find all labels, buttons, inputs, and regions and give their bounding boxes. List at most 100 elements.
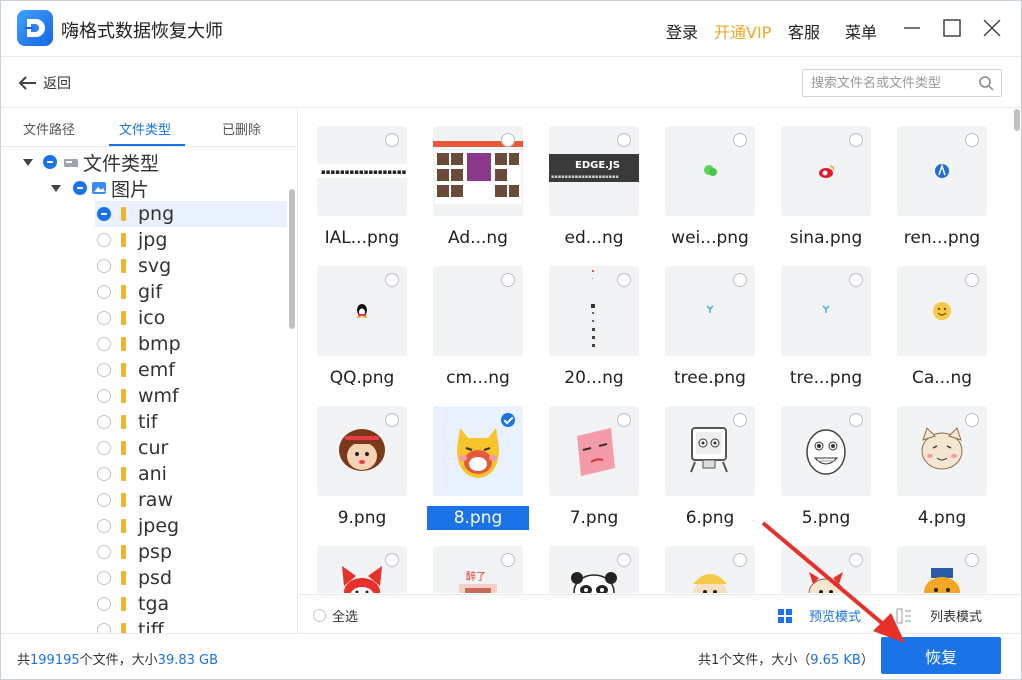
tree-node-ani[interactable]: ani (97, 461, 167, 487)
file-thumbnail[interactable] (549, 406, 639, 496)
left-scrollbar[interactable] (289, 189, 295, 329)
tree-checkbox[interactable] (97, 389, 111, 403)
file-name[interactable]: 20...ng (543, 366, 645, 390)
file-thumbnail[interactable] (897, 126, 987, 216)
tree-node-cur[interactable]: cur (97, 435, 168, 461)
file-name[interactable]: QQ.png (311, 366, 413, 390)
tree-checkbox[interactable] (97, 441, 111, 455)
file-thumbnail[interactable]: 醉了 (433, 546, 523, 593)
tree-checkbox[interactable] (43, 155, 57, 169)
file-thumbnail[interactable] (781, 546, 871, 593)
tree-checkbox[interactable] (97, 467, 111, 481)
menu-link[interactable]: 菜单 (845, 19, 877, 43)
file-thumbnail[interactable]: EDGE.JS ▪▪▪▪▪▪▪▪▪▪▪▪▪▪▪▪▪▪▪▪ (549, 126, 639, 216)
file-checkbox[interactable] (385, 273, 399, 287)
tree-checkbox[interactable] (97, 545, 111, 559)
tree-node-ico[interactable]: ico (97, 305, 165, 331)
file-checkbox[interactable] (849, 273, 863, 287)
tree-checkbox[interactable] (97, 623, 111, 633)
tree-checkbox[interactable] (97, 285, 111, 299)
file-name[interactable]: Ca...ng (891, 366, 993, 390)
file-thumbnail[interactable] (897, 406, 987, 496)
file-thumbnail[interactable] (549, 546, 639, 593)
file-thumbnail[interactable] (433, 126, 523, 216)
file-thumbnail[interactable] (665, 546, 755, 593)
file-thumbnail[interactable] (317, 266, 407, 356)
file-checkbox[interactable] (617, 553, 631, 567)
customer-service-link[interactable]: 客服 (788, 19, 820, 43)
tree-node-tif[interactable]: tif (97, 409, 157, 435)
tree-node-psp[interactable]: psp (97, 539, 172, 565)
list-mode-button[interactable]: 列表模式 (896, 606, 982, 625)
tree-checkbox[interactable] (97, 415, 111, 429)
file-name[interactable]: sina.png (775, 226, 877, 250)
tree-checkbox[interactable] (97, 259, 111, 273)
file-thumbnail[interactable] (549, 266, 639, 356)
login-link[interactable]: 登录 (666, 19, 698, 43)
tree-node-jpeg[interactable]: jpeg (97, 513, 179, 539)
select-all[interactable]: 全选 (313, 606, 358, 625)
file-thumbnail[interactable] (665, 126, 755, 216)
file-checkbox[interactable] (733, 133, 747, 147)
file-checkbox[interactable] (501, 413, 515, 427)
back-button[interactable]: 返回 (17, 73, 71, 93)
tree-checkbox[interactable] (97, 519, 111, 533)
tree-checkbox[interactable] (97, 597, 111, 611)
file-checkbox[interactable] (617, 413, 631, 427)
file-checkbox[interactable] (965, 273, 979, 287)
file-checkbox[interactable] (501, 553, 515, 567)
recover-button[interactable]: 恢复 (881, 637, 1001, 674)
tree-node-emf[interactable]: emf (97, 357, 175, 383)
tab-file-path[interactable]: 文件路径 (23, 119, 75, 138)
tree-node-bmp[interactable]: bmp (97, 331, 181, 357)
tree-node-images[interactable]: 图片 (51, 175, 149, 201)
file-checkbox[interactable] (965, 553, 979, 567)
file-name[interactable]: cm...ng (427, 366, 529, 390)
file-name[interactable]: ed...ng (543, 226, 645, 250)
tree-checkbox[interactable] (73, 181, 87, 195)
tree-checkbox[interactable] (97, 311, 111, 325)
file-checkbox[interactable] (617, 273, 631, 287)
vip-link[interactable]: 开通VIP (714, 19, 771, 43)
file-checkbox[interactable] (965, 413, 979, 427)
tree-checkbox[interactable] (97, 233, 111, 247)
file-checkbox[interactable] (849, 133, 863, 147)
search-icon[interactable] (978, 75, 994, 91)
tree-node-root[interactable]: 文件类型 (23, 149, 159, 175)
tree-checkbox[interactable] (97, 363, 111, 377)
file-name[interactable]: IAL...png (311, 226, 413, 250)
file-name[interactable]: tree.png (659, 366, 761, 390)
file-checkbox[interactable] (733, 273, 747, 287)
file-name[interactable]: Ad...ng (427, 226, 529, 250)
select-all-checkbox[interactable] (313, 609, 326, 622)
tree-node-jpg[interactable]: jpg (97, 227, 167, 253)
preview-mode-button[interactable]: 预览模式 (777, 606, 861, 625)
file-thumbnail[interactable] (665, 266, 755, 356)
file-checkbox[interactable] (385, 133, 399, 147)
maximize-button[interactable] (939, 15, 965, 41)
tree-node-png[interactable]: png (97, 201, 174, 227)
file-checkbox[interactable] (733, 553, 747, 567)
file-checkbox[interactable] (385, 413, 399, 427)
file-thumbnail[interactable] (433, 266, 523, 356)
file-name[interactable]: ren...png (891, 226, 993, 250)
file-thumbnail[interactable] (781, 266, 871, 356)
tree-checkbox[interactable] (97, 337, 111, 351)
file-name[interactable]: 5.png (775, 506, 877, 530)
tree-checkbox[interactable] (97, 571, 111, 585)
tree-node-wmf[interactable]: wmf (97, 383, 179, 409)
file-name[interactable]: 8.png (427, 506, 529, 530)
minimize-button[interactable] (899, 15, 925, 41)
file-name[interactable]: 9.png (311, 506, 413, 530)
tree-checkbox[interactable] (97, 493, 111, 507)
file-thumbnail[interactable]: ▪▪▪▪▪▪▪▪▪▪▪▪▪▪▪▪▪▪ (317, 126, 407, 216)
tree-node-raw[interactable]: raw (97, 487, 173, 513)
file-checkbox[interactable] (965, 133, 979, 147)
file-name[interactable]: 6.png (659, 506, 761, 530)
tree-node-tga[interactable]: tga (97, 591, 169, 617)
tab-deleted[interactable]: 已删除 (222, 119, 261, 138)
file-thumbnail[interactable] (781, 126, 871, 216)
file-checkbox[interactable] (849, 553, 863, 567)
file-thumbnail[interactable] (665, 406, 755, 496)
grid-scrollbar[interactable] (1014, 109, 1020, 131)
